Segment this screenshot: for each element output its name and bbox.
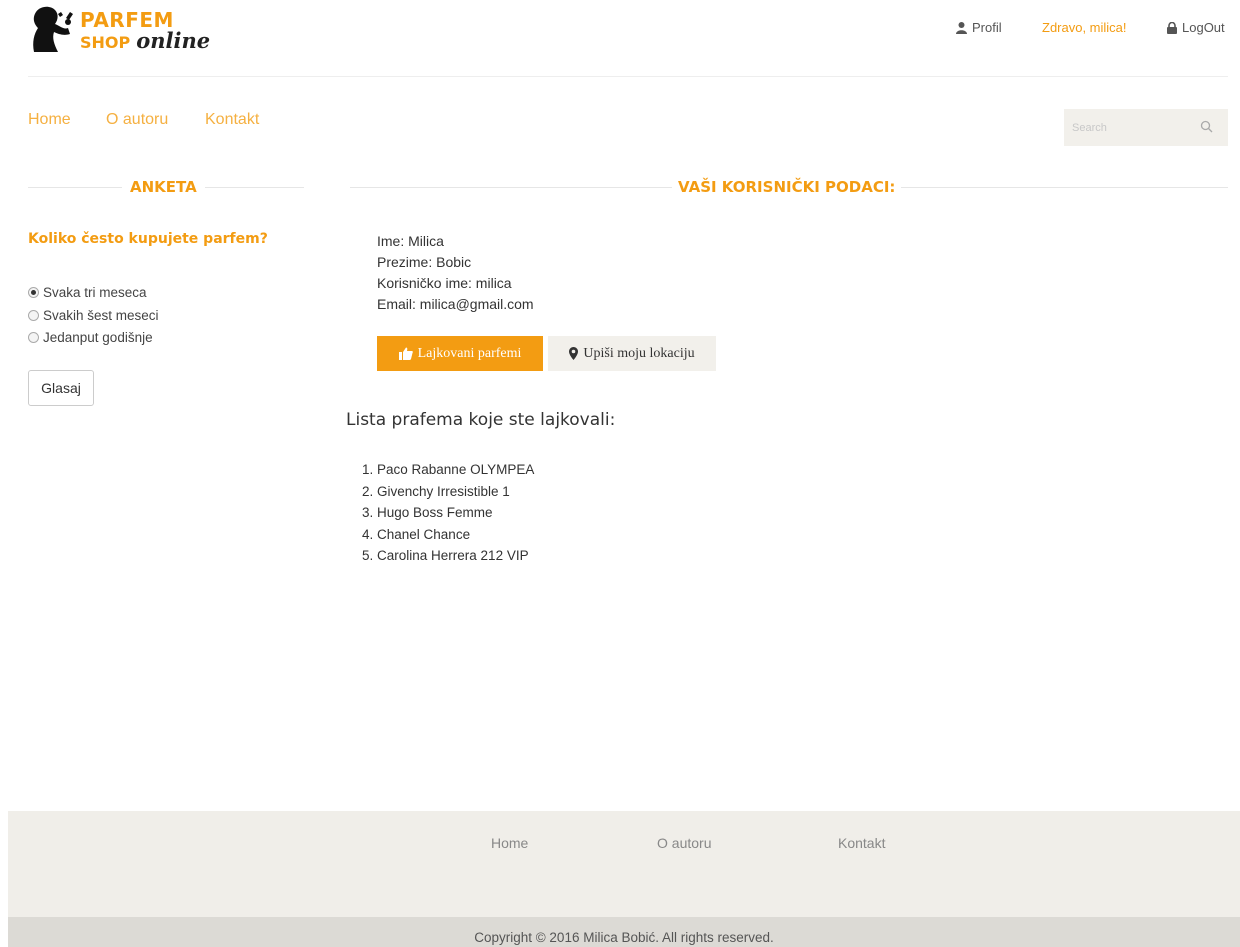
poll-option-label: Svakih šest meseci — [43, 308, 159, 323]
poll-option[interactable]: Svaka tri meseca — [28, 285, 147, 300]
liked-perfumes-button[interactable]: Lajkovani parfemi — [377, 336, 543, 371]
radio-button[interactable] — [28, 310, 39, 321]
user-first-name: Ime: Milica — [377, 233, 444, 249]
poll-title: ANKETA — [122, 178, 205, 196]
poll-option-label: Jedanput godišnje — [43, 330, 153, 345]
user-data-title: VAŠI KORISNIČKI PODACI: — [672, 178, 902, 196]
copyright-text: Copyright © 2016 Milica Bobić. All right… — [474, 930, 774, 945]
poll-question: Koliko često kupujete parfem? — [28, 231, 268, 247]
location-label: Upiši moju lokaciju — [583, 345, 695, 361]
perfume-woman-logo-icon — [33, 6, 73, 52]
liked-list-item: 3. Hugo Boss Femme — [362, 505, 493, 520]
liked-list-item: 4. Chanel Chance — [362, 527, 471, 542]
radio-button[interactable] — [28, 332, 39, 343]
liked-list-item: 1. Paco Rabanne OLYMPEA — [362, 462, 535, 477]
user-email: Email: milica@gmail.com — [377, 296, 534, 312]
header-divider — [28, 76, 1228, 77]
thumbs-up-icon — [398, 347, 413, 360]
liked-list-item: 2. Givenchy Irresistible 1 — [362, 484, 510, 499]
poll-option[interactable]: Jedanput godišnje — [28, 330, 153, 345]
radio-button[interactable] — [28, 287, 39, 298]
profile-link[interactable]: Profil — [956, 20, 1002, 35]
brand-subtitle: SHOP online — [80, 28, 210, 53]
lock-icon — [1167, 21, 1177, 34]
liked-perfumes-label: Lajkovani parfemi — [417, 345, 522, 361]
nav-o-autoru[interactable]: O autoru — [106, 111, 168, 129]
nav-kontakt[interactable]: Kontakt — [205, 111, 259, 129]
poll-option-label: Svaka tri meseca — [43, 285, 147, 300]
logout-label: LogOut — [1182, 20, 1225, 35]
nav-home[interactable]: Home — [28, 111, 71, 129]
map-marker-icon — [569, 347, 579, 360]
user-username: Korisničko ime: milica — [377, 275, 512, 291]
footer-link-kontakt[interactable]: Kontakt — [838, 835, 885, 851]
profile-label: Profil — [972, 20, 1002, 35]
search-input[interactable] — [1070, 117, 1194, 139]
location-button[interactable]: Upiši moju lokaciju — [548, 336, 716, 371]
footer-link-home[interactable]: Home — [491, 835, 528, 851]
liked-list-title: Lista prafema koje ste lajkovali: — [346, 410, 616, 430]
user-icon — [956, 21, 967, 34]
brand-shop: SHOP — [80, 33, 131, 52]
poll-option[interactable]: Svakih šest meseci — [28, 308, 159, 323]
search-icon[interactable] — [1200, 120, 1214, 134]
greeting-text: Zdravo, milica! — [1042, 20, 1127, 35]
footer — [8, 811, 1240, 917]
liked-list-item: 5. Carolina Herrera 212 VIP — [362, 548, 529, 563]
brand-online: online — [136, 28, 211, 53]
footer-link-o-autoru[interactable]: O autoru — [657, 835, 711, 851]
user-last-name: Prezime: Bobic — [377, 254, 472, 270]
logout-link[interactable]: LogOut — [1167, 20, 1225, 35]
vote-button[interactable]: Glasaj — [28, 370, 94, 406]
